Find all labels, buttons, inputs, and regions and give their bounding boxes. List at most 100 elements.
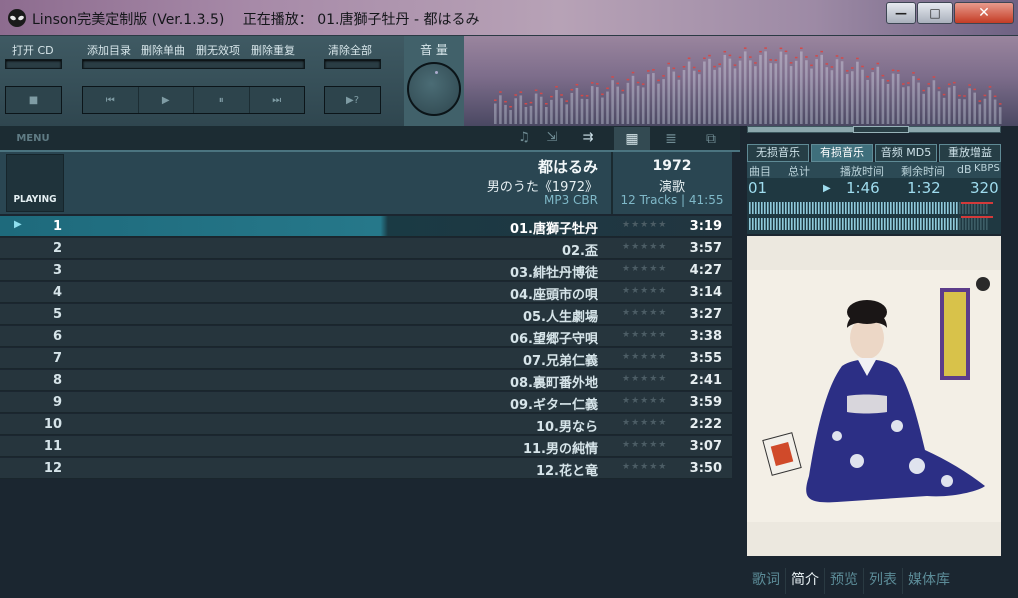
table-row[interactable]: 12 12.花と竜 ★★★★★ 3:50 — [0, 458, 732, 479]
repeat-arrow-icon[interactable]: ⇉ — [574, 129, 602, 147]
menu-button[interactable]: MENU — [4, 128, 62, 150]
level-segment — [824, 202, 826, 214]
track-title: 07.兄弟仁義 — [522, 354, 598, 369]
spectrum-peak — [534, 89, 538, 92]
table-row[interactable]: 7 07.兄弟仁義 ★★★★★ 3:55 — [0, 348, 732, 369]
rating-stars-icon[interactable]: ★★★★★ — [622, 220, 667, 230]
prev-button[interactable]: ⏮ — [83, 87, 139, 113]
grid-view-icon[interactable]: ▦ — [614, 127, 650, 151]
table-row[interactable]: ▶ 1 01.唐獅子牡丹 ★★★★★ 3:19 — [0, 216, 732, 237]
spectrum-bar — [682, 70, 686, 124]
level-segment — [785, 202, 787, 214]
spectrum-peak — [774, 59, 778, 61]
spectrum-bar — [667, 66, 670, 124]
level-segment — [824, 218, 826, 230]
tab-library[interactable]: 媒体库 — [903, 568, 955, 594]
total-label: 总计 — [788, 165, 810, 178]
maximize-button[interactable]: □ — [917, 2, 953, 24]
spectrum-peak — [856, 57, 859, 60]
spectrum-bar — [718, 67, 721, 124]
table-row[interactable]: 6 06.望郷子守唄 ★★★★★ 3:38 — [0, 326, 732, 347]
rating-stars-icon[interactable]: ★★★★★ — [622, 396, 667, 406]
rating-stars-icon[interactable]: ★★★★★ — [622, 440, 667, 450]
album-format: MP3 CBR — [544, 193, 598, 207]
stop-button[interactable]: ■ — [6, 87, 61, 113]
mini-view-icon[interactable]: ⧉ — [692, 127, 730, 151]
pause-button[interactable]: ⏸ — [194, 87, 250, 113]
spectrum-peak — [621, 89, 625, 92]
spectrum-peak — [759, 50, 762, 53]
level-segment — [875, 218, 877, 230]
export-icon[interactable]: ⇲ — [542, 129, 562, 147]
spectrum-bar — [555, 90, 558, 124]
level-segment — [839, 218, 841, 230]
spectrum-bar — [769, 63, 772, 124]
spectrum-bar — [902, 87, 905, 124]
rating-stars-icon[interactable]: ★★★★★ — [622, 352, 667, 362]
play-button[interactable]: ▶ — [139, 87, 194, 113]
spectrum-bar — [927, 87, 931, 124]
tab-preview[interactable]: 预览 — [825, 568, 864, 594]
spectrum-bars — [494, 47, 1002, 125]
table-row[interactable]: 5 05.人生劇場 ★★★★★ 3:27 — [0, 304, 732, 325]
lossless-button[interactable]: 无损音乐 — [747, 144, 809, 162]
rating-stars-icon[interactable]: ★★★★★ — [622, 374, 667, 384]
level-segment — [833, 202, 835, 214]
minimize-button[interactable]: — — [886, 2, 916, 24]
spectrum-peak — [988, 86, 992, 88]
volume-knob[interactable] — [407, 62, 461, 116]
lossy-button[interactable]: 有损音乐 — [811, 144, 873, 162]
replay-gain-button[interactable]: 重放增益 — [939, 144, 1001, 162]
close-button[interactable]: ✕ — [954, 2, 1014, 24]
spectrum-peak — [743, 47, 747, 49]
rating-stars-icon[interactable]: ★★★★★ — [622, 330, 667, 340]
level-segment — [788, 202, 790, 214]
spectrum-peak — [958, 94, 961, 97]
level-segment — [887, 202, 889, 214]
tab-lyrics[interactable]: 歌词 — [747, 568, 786, 594]
spectrum-bar — [998, 107, 1002, 124]
table-row[interactable]: 11 11.男の純情 ★★★★★ 3:07 — [0, 436, 732, 457]
rating-stars-icon[interactable]: ★★★★★ — [622, 242, 667, 252]
md5-button[interactable]: 音频 MD5 — [875, 144, 937, 162]
clear-all-button[interactable] — [324, 59, 381, 69]
level-segment — [905, 218, 907, 230]
spectrum-peak — [713, 65, 716, 68]
playlist-empty-area — [0, 480, 740, 598]
open-cd-label: 打开 CD — [12, 44, 54, 57]
rating-stars-icon[interactable]: ★★★★★ — [622, 286, 667, 296]
rating-stars-icon[interactable]: ★★★★★ — [622, 418, 667, 428]
level-segment — [848, 202, 850, 214]
edit-list-bar[interactable] — [82, 59, 305, 69]
level-segment — [776, 218, 778, 230]
table-row[interactable]: 9 09.ギター仁義 ★★★★★ 3:59 — [0, 392, 732, 413]
rating-stars-icon[interactable]: ★★★★★ — [622, 308, 667, 318]
tab-list[interactable]: 列表 — [864, 568, 903, 594]
rating-stars-icon[interactable]: ★★★★★ — [622, 264, 667, 274]
music-note-icon[interactable]: ♫ — [514, 129, 534, 147]
track-number: 3 — [52, 263, 62, 278]
spectrum-bar — [728, 58, 732, 124]
table-row[interactable]: 2 02.盃 ★★★★★ 3:57 — [0, 238, 732, 259]
table-row[interactable]: 3 03.緋牡丹博徒 ★★★★★ 4:27 — [0, 260, 732, 281]
level-segment — [860, 218, 862, 230]
spectrum-bar — [917, 82, 920, 124]
spectrum-peak — [983, 94, 987, 97]
spectrum-bar — [738, 60, 742, 124]
track-duration: 3:50 — [689, 461, 722, 476]
table-row[interactable]: 4 04.座頭市の唄 ★★★★★ 3:14 — [0, 282, 732, 303]
tab-intro[interactable]: 简介 — [786, 568, 825, 594]
spectrum-bar — [963, 99, 966, 124]
level-segment — [779, 218, 781, 230]
next-button[interactable]: ⏭ — [250, 87, 305, 113]
level-segment — [941, 218, 943, 230]
seek-thumb[interactable] — [853, 126, 909, 133]
table-row[interactable]: 8 08.裏町番外地 ★★★★★ 2:41 — [0, 370, 732, 391]
list-view-icon[interactable]: ≣ — [652, 127, 690, 151]
dsp-buttons: 无损音乐 有损音乐 音频 MD5 重放增益 — [747, 144, 1001, 162]
playmode-button[interactable]: ▶? — [325, 87, 380, 113]
open-cd-button[interactable] — [5, 59, 62, 69]
level-segment — [755, 202, 757, 214]
table-row[interactable]: 10 10.男なら ★★★★★ 2:22 — [0, 414, 732, 435]
rating-stars-icon[interactable]: ★★★★★ — [622, 462, 667, 472]
